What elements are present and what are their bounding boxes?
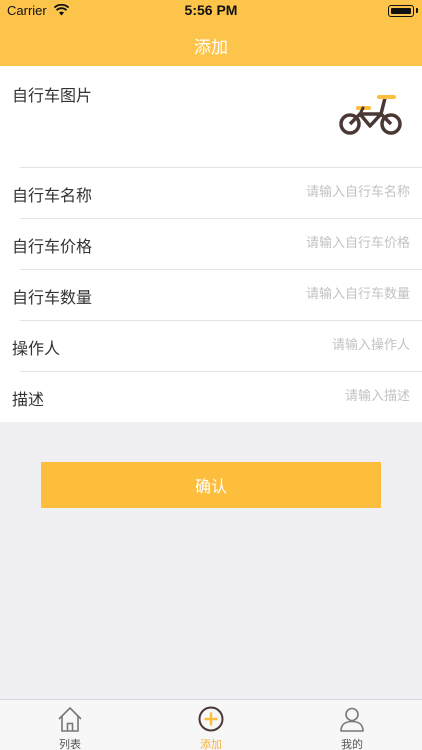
tab-mine-label: 我的 (341, 738, 363, 750)
form-row-price: 自行车价格 (0, 218, 422, 269)
bike-name-input[interactable] (180, 180, 410, 204)
confirm-button[interactable]: 确认 (41, 462, 381, 508)
form-row-name: 自行车名称 (0, 167, 422, 218)
status-bar: Carrier 5:56 PM (0, 0, 422, 22)
tab-mine[interactable]: 我的 (282, 700, 422, 750)
bike-price-input[interactable] (180, 231, 410, 255)
home-icon (58, 707, 82, 732)
description-input[interactable] (180, 384, 410, 408)
tab-add-label: 添加 (200, 738, 222, 750)
operator-input[interactable] (180, 333, 410, 357)
row-divider (20, 167, 422, 168)
form-row-operator: 操作人 (0, 320, 422, 371)
form-row-quantity: 自行车数量 (0, 269, 422, 320)
battery-cap (416, 8, 418, 13)
bike-name-label: 自行车名称 (12, 186, 93, 205)
tab-list[interactable]: 列表 (0, 700, 140, 750)
nav-header: Carrier 5:56 PM 添加 (0, 0, 422, 66)
tab-add[interactable]: 添加 (141, 700, 281, 750)
bike-quantity-input[interactable] (180, 282, 410, 306)
bike-photo-label: 自行车图片 (12, 86, 93, 105)
add-circle-icon (198, 706, 224, 732)
page-title: 添加 (194, 38, 228, 58)
row-divider (20, 320, 422, 321)
battery-icon (388, 5, 414, 17)
status-time: 5:56 PM (184, 2, 238, 18)
add-bike-form: 自行车图片 自行车名称 自行车价格 自行车数量 操作人 描述 (0, 66, 422, 422)
bicycle-icon[interactable] (336, 90, 404, 138)
row-divider (20, 269, 422, 270)
operator-label: 操作人 (12, 339, 61, 358)
tab-list-label: 列表 (59, 738, 81, 750)
description-label: 描述 (12, 390, 45, 409)
bike-quantity-label: 自行车数量 (12, 288, 93, 307)
bike-price-label: 自行车价格 (12, 237, 93, 256)
user-icon (340, 707, 364, 732)
row-divider (20, 371, 422, 372)
row-divider (20, 218, 422, 219)
bike-photo-row[interactable]: 自行车图片 (0, 66, 422, 167)
form-row-description: 描述 (0, 371, 422, 422)
tab-bar: 列表 添加 我的 (0, 699, 422, 750)
